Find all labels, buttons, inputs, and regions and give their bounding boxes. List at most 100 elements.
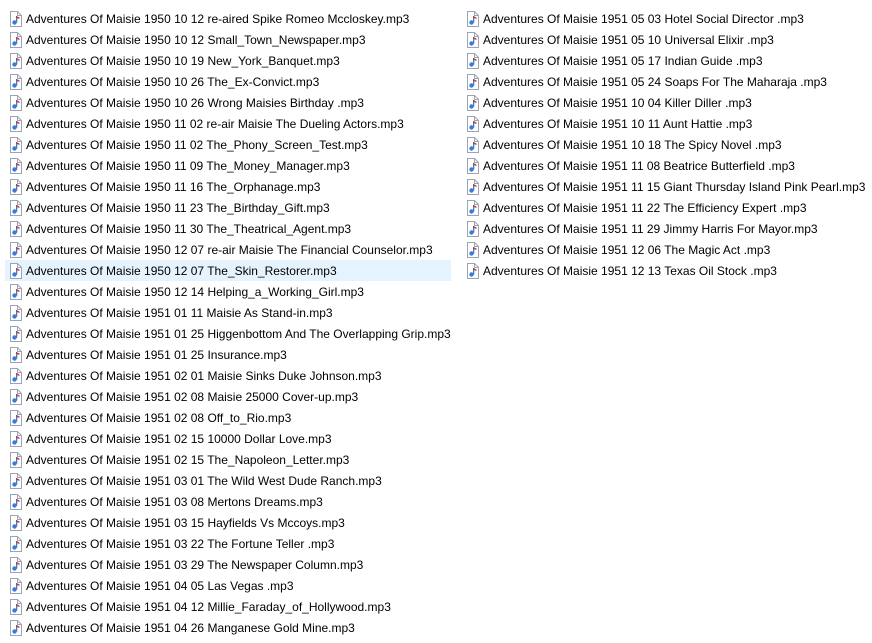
file-name: Adventures Of Maisie 1950 10 19 New_York…: [26, 53, 340, 68]
audio-file-icon: [466, 115, 479, 132]
file-name: Adventures Of Maisie 1951 01 11 Maisie A…: [26, 305, 333, 320]
audio-file-icon: [9, 283, 22, 300]
audio-file-icon: [9, 619, 22, 636]
file-name: Adventures Of Maisie 1950 12 07 The_Skin…: [26, 263, 337, 278]
file-name: Adventures Of Maisie 1951 04 26 Manganes…: [26, 620, 355, 635]
file-item[interactable]: Adventures Of Maisie 1951 10 18 The Spic…: [462, 134, 868, 155]
file-item[interactable]: Adventures Of Maisie 1951 02 15 10000 Do…: [5, 428, 451, 449]
file-name: Adventures Of Maisie 1950 12 07 re-air M…: [26, 242, 433, 257]
audio-file-icon: [9, 31, 22, 48]
file-item[interactable]: Adventures Of Maisie 1950 12 07 re-air M…: [5, 239, 451, 260]
file-item[interactable]: Adventures Of Maisie 1951 05 24 Soaps Fo…: [462, 71, 868, 92]
file-item[interactable]: Adventures Of Maisie 1950 11 02 re-air M…: [5, 113, 451, 134]
file-item[interactable]: Adventures Of Maisie 1951 04 26 Manganes…: [5, 617, 451, 638]
file-name: Adventures Of Maisie 1951 05 24 Soaps Fo…: [483, 74, 827, 89]
audio-file-icon: [9, 220, 22, 237]
file-item[interactable]: Adventures Of Maisie 1951 04 05 Las Vega…: [5, 575, 451, 596]
file-item[interactable]: Adventures Of Maisie 1950 11 09 The_Mone…: [5, 155, 451, 176]
file-item[interactable]: Adventures Of Maisie 1951 01 11 Maisie A…: [5, 302, 451, 323]
audio-file-icon: [9, 136, 22, 153]
file-item[interactable]: Adventures Of Maisie 1951 11 22 The Effi…: [462, 197, 868, 218]
file-item[interactable]: Adventures Of Maisie 1950 10 12 re-aired…: [5, 8, 451, 29]
file-column-2: Adventures Of Maisie 1951 05 03 Hotel So…: [462, 8, 868, 281]
audio-file-icon: [9, 262, 22, 279]
file-name: Adventures Of Maisie 1951 05 17 Indian G…: [483, 53, 763, 68]
audio-file-icon: [9, 304, 22, 321]
file-item[interactable]: Adventures Of Maisie 1951 03 08 Mertons …: [5, 491, 451, 512]
file-name: Adventures Of Maisie 1950 11 09 The_Mone…: [26, 158, 350, 173]
file-item[interactable]: Adventures Of Maisie 1951 11 15 Giant Th…: [462, 176, 868, 197]
audio-file-icon: [9, 199, 22, 216]
file-name: Adventures Of Maisie 1950 10 26 Wrong Ma…: [26, 95, 364, 110]
file-name: Adventures Of Maisie 1950 11 02 The_Phon…: [26, 137, 368, 152]
file-name: Adventures Of Maisie 1950 10 12 Small_To…: [26, 32, 366, 47]
file-item[interactable]: Adventures Of Maisie 1951 05 10 Universa…: [462, 29, 868, 50]
file-item[interactable]: Adventures Of Maisie 1951 03 29 The News…: [5, 554, 451, 575]
file-item[interactable]: Adventures Of Maisie 1951 02 08 Off_to_R…: [5, 407, 451, 428]
file-item[interactable]: Adventures Of Maisie 1951 12 06 The Magi…: [462, 239, 868, 260]
file-name: Adventures Of Maisie 1950 10 12 re-aired…: [26, 11, 410, 26]
file-name: Adventures Of Maisie 1951 03 01 The Wild…: [26, 473, 382, 488]
file-name: Adventures Of Maisie 1951 05 10 Universa…: [483, 32, 774, 47]
audio-file-icon: [9, 598, 22, 615]
file-name: Adventures Of Maisie 1950 11 30 The_Thea…: [26, 221, 352, 236]
file-item[interactable]: Adventures Of Maisie 1950 12 07 The_Skin…: [5, 260, 451, 281]
file-item[interactable]: Adventures Of Maisie 1950 10 19 New_York…: [5, 50, 451, 71]
file-item[interactable]: Adventures Of Maisie 1951 02 01 Maisie S…: [5, 365, 451, 386]
audio-file-icon: [466, 157, 479, 174]
file-item[interactable]: Adventures Of Maisie 1951 11 29 Jimmy Ha…: [462, 218, 868, 239]
file-item[interactable]: Adventures Of Maisie 1951 03 22 The Fort…: [5, 533, 451, 554]
file-item[interactable]: Adventures Of Maisie 1951 02 15 The_Napo…: [5, 449, 451, 470]
file-item[interactable]: Adventures Of Maisie 1951 03 01 The Wild…: [5, 470, 451, 491]
audio-file-icon: [466, 220, 479, 237]
audio-file-icon: [9, 52, 22, 69]
file-name: Adventures Of Maisie 1951 02 15 10000 Do…: [26, 431, 332, 446]
file-item[interactable]: Adventures Of Maisie 1951 12 13 Texas Oi…: [462, 260, 868, 281]
file-name: Adventures Of Maisie 1951 02 15 The_Napo…: [26, 452, 350, 467]
file-name: Adventures Of Maisie 1951 02 08 Maisie 2…: [26, 389, 359, 404]
file-item[interactable]: Adventures Of Maisie 1950 11 30 The_Thea…: [5, 218, 451, 239]
file-item[interactable]: Adventures Of Maisie 1951 10 11 Aunt Hat…: [462, 113, 868, 134]
audio-file-icon: [9, 73, 22, 90]
audio-file-icon: [9, 472, 22, 489]
file-item[interactable]: Adventures Of Maisie 1951 04 12 Millie_F…: [5, 596, 451, 617]
audio-file-icon: [9, 10, 22, 27]
audio-file-icon: [9, 325, 22, 342]
audio-file-icon: [9, 157, 22, 174]
file-name: Adventures Of Maisie 1951 11 15 Giant Th…: [483, 179, 866, 194]
audio-file-icon: [9, 409, 22, 426]
audio-file-icon: [466, 199, 479, 216]
file-item[interactable]: Adventures Of Maisie 1950 10 12 Small_To…: [5, 29, 451, 50]
file-item[interactable]: Adventures Of Maisie 1950 12 14 Helping_…: [5, 281, 451, 302]
file-name: Adventures Of Maisie 1951 10 04 Killer D…: [483, 95, 752, 110]
audio-file-icon: [466, 178, 479, 195]
file-name: Adventures Of Maisie 1951 10 18 The Spic…: [483, 137, 782, 152]
file-name: Adventures Of Maisie 1950 10 26 The_Ex-C…: [26, 74, 320, 89]
audio-file-icon: [466, 31, 479, 48]
file-item[interactable]: Adventures Of Maisie 1951 10 04 Killer D…: [462, 92, 868, 113]
file-item[interactable]: Adventures Of Maisie 1951 11 08 Beatrice…: [462, 155, 868, 176]
file-name: Adventures Of Maisie 1951 03 15 Hayfield…: [26, 515, 345, 530]
file-item[interactable]: Adventures Of Maisie 1950 11 16 The_Orph…: [5, 176, 451, 197]
file-item[interactable]: Adventures Of Maisie 1950 11 23 The_Birt…: [5, 197, 451, 218]
file-name: Adventures Of Maisie 1951 01 25 Insuranc…: [26, 347, 287, 362]
file-item[interactable]: Adventures Of Maisie 1951 05 03 Hotel So…: [462, 8, 868, 29]
file-item[interactable]: Adventures Of Maisie 1951 02 08 Maisie 2…: [5, 386, 451, 407]
file-list: Adventures Of Maisie 1950 10 12 re-aired…: [0, 8, 872, 638]
file-item[interactable]: Adventures Of Maisie 1951 01 25 Higgenbo…: [5, 323, 451, 344]
file-name: Adventures Of Maisie 1951 05 03 Hotel So…: [483, 11, 804, 26]
file-item[interactable]: Adventures Of Maisie 1950 11 02 The_Phon…: [5, 134, 451, 155]
file-name: Adventures Of Maisie 1951 04 05 Las Vega…: [26, 578, 294, 593]
audio-file-icon: [9, 493, 22, 510]
file-item[interactable]: Adventures Of Maisie 1951 03 15 Hayfield…: [5, 512, 451, 533]
file-item[interactable]: Adventures Of Maisie 1951 01 25 Insuranc…: [5, 344, 451, 365]
audio-file-icon: [466, 241, 479, 258]
file-name: Adventures Of Maisie 1951 11 29 Jimmy Ha…: [483, 221, 818, 236]
file-name: Adventures Of Maisie 1950 12 14 Helping_…: [26, 284, 364, 299]
file-item[interactable]: Adventures Of Maisie 1950 10 26 Wrong Ma…: [5, 92, 451, 113]
file-item[interactable]: Adventures Of Maisie 1951 05 17 Indian G…: [462, 50, 868, 71]
file-name: Adventures Of Maisie 1951 12 06 The Magi…: [483, 242, 771, 257]
audio-file-icon: [9, 430, 22, 447]
file-item[interactable]: Adventures Of Maisie 1950 10 26 The_Ex-C…: [5, 71, 451, 92]
file-column-1: Adventures Of Maisie 1950 10 12 re-aired…: [5, 8, 451, 638]
